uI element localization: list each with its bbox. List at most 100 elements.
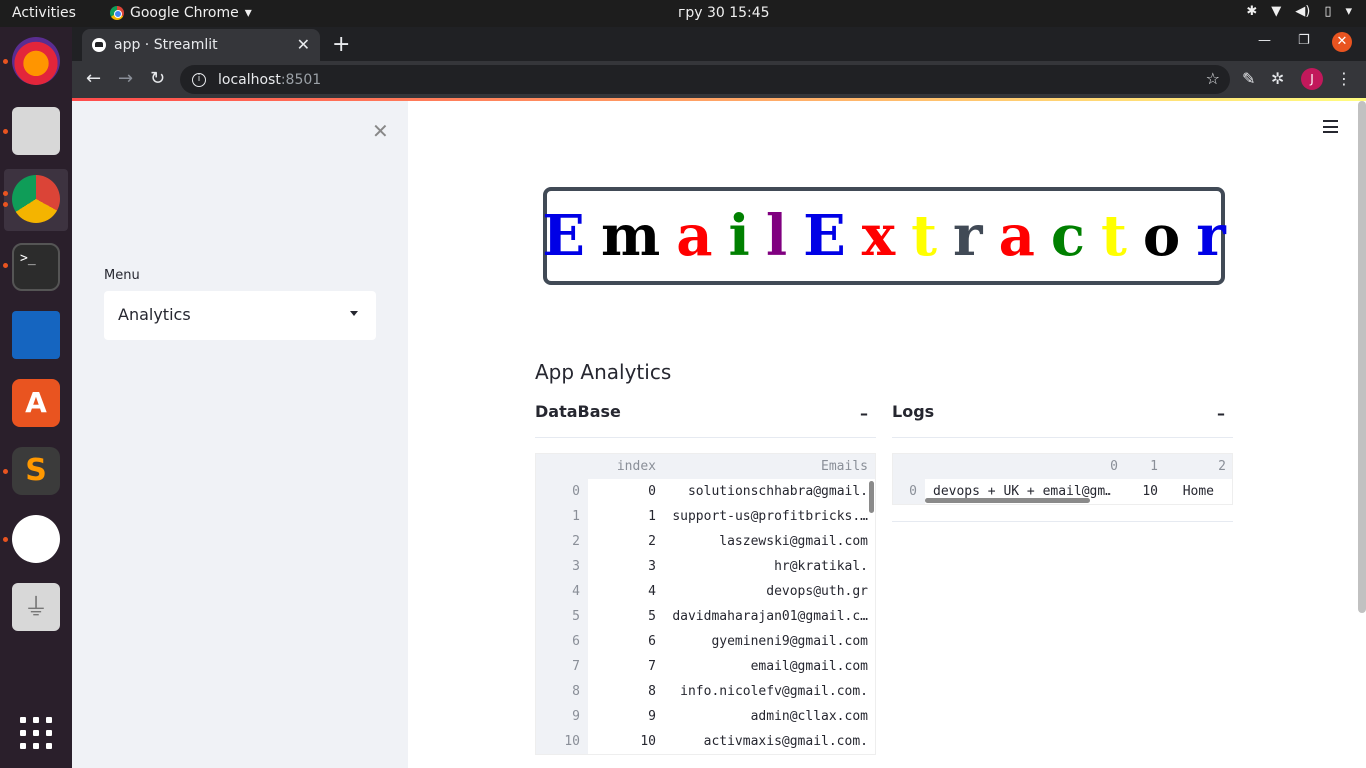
site-info-icon[interactable]: i [192,72,206,87]
chrome-icon[interactable] [12,175,60,223]
running-indicator [3,59,8,64]
table-cell-index[interactable]: 9 [596,709,656,724]
usb-drive-icon[interactable]: ⏚ [12,583,60,631]
reload-icon[interactable]: ↻ [150,68,165,89]
running-indicator [3,263,8,268]
database-dataframe[interactable]: index Emails 0 0 solutionschhabra@gmail. 1 1 su… [535,453,876,755]
table-cell-index[interactable]: 1 [596,509,656,524]
table-cell-index[interactable]: 2 [596,534,656,549]
table-cell[interactable]: devops + UK + email@gm… [933,484,1111,499]
table-cell-index[interactable]: 3 [596,559,656,574]
logs-dataframe[interactable]: 0 1 2 0 devops + UK + email@gm… 10 Home [892,453,1233,505]
table-cell[interactable]: Home [1158,484,1214,499]
chevron-down-icon: ▾ [244,5,252,21]
maximize-icon[interactable]: ❐ [1298,33,1310,48]
software-store-icon[interactable]: A [12,379,60,427]
table-cell-email[interactable]: activmaxis@gmail.com. [666,734,868,749]
volume-icon: ◀) [1295,4,1311,19]
system-top-bar: Activities Google Chrome ▾ гру 30 15:45 … [0,0,1366,27]
wifi-icon: ▼ [1271,4,1282,19]
table-cell-email[interactable]: admin@cllax.com [666,709,868,724]
column-header[interactable]: Emails [666,459,868,474]
table-cell-index[interactable]: 4 [596,584,656,599]
logs-expander-header[interactable]: Logs – [892,402,1233,438]
terminal-icon[interactable]: >_ [12,243,60,291]
table-cell-email[interactable]: support-us@profitbricks.… [666,509,868,524]
table-cell[interactable]: 10 [1118,484,1158,499]
email-extractor-banner: EmailExtractor [542,187,1226,285]
dataframe-vertical-scrollbar[interactable] [869,481,874,513]
back-arrow-icon[interactable]: ← [86,68,101,89]
menu-select[interactable]: Analytics [104,291,376,340]
menu-select-value: Analytics [118,305,191,324]
activities-button[interactable]: Activities [12,5,76,21]
close-tab-icon[interactable]: ✕ [297,35,310,54]
address-bar[interactable]: i localhost:8501 ☆ [180,65,1230,94]
writer-icon[interactable] [12,311,60,359]
dock: >_ A S ⏚ [0,27,72,768]
table-cell-index[interactable]: 10 [596,734,656,749]
chevron-down-icon [350,311,358,316]
table-cell-email[interactable]: hr@kratikal. [666,559,868,574]
table-cell-index[interactable]: 0 [596,484,656,499]
files-icon[interactable] [12,107,60,155]
system-tray[interactable]: ✱ ▼ ◀) ▯ ▾ [1246,4,1352,19]
row-index: 5 [572,609,580,624]
table-cell-email[interactable]: info.nicolefv@gmail.com. [666,684,868,699]
app-menu[interactable]: Google Chrome ▾ [110,5,252,21]
column-header[interactable]: index [596,459,656,474]
table-cell-email[interactable]: laszewski@gmail.com [666,534,868,549]
battery-icon: ▯ [1324,4,1332,19]
table-cell-email[interactable]: solutionschhabra@gmail. [666,484,868,499]
chrome-icon [110,6,124,20]
table-cell-index[interactable]: 6 [596,634,656,649]
table-cell-email[interactable]: davidmaharajan01@gmail.c… [666,609,868,624]
table-cell-email[interactable]: gyemineni9@gmail.com [666,634,868,649]
chevron-down-icon: ▾ [1345,4,1352,19]
banner-letter: o [1142,203,1181,269]
row-index: 8 [572,684,580,699]
slack-icon[interactable] [12,515,60,563]
firefox-icon[interactable] [12,37,60,85]
row-index: 10 [564,734,580,749]
browser-tab[interactable]: app · Streamlit ✕ [82,29,320,61]
show-applications-icon[interactable] [20,717,52,749]
running-indicator [3,537,8,542]
banner-letter: t [1100,203,1127,269]
kebab-menu-icon[interactable]: ⋮ [1336,69,1352,88]
table-cell-index[interactable]: 8 [596,684,656,699]
hamburger-menu-icon[interactable] [1323,120,1338,133]
running-indicator [3,469,8,474]
close-icon[interactable]: ✕ [372,119,389,143]
database-expander-header[interactable]: DataBase – [535,402,876,438]
extension-pen-icon[interactable]: ✎ [1242,69,1255,88]
banner-letter: r [953,203,983,269]
banner-letter: a [676,203,713,269]
table-cell-index[interactable]: 5 [596,609,656,624]
collapse-icon[interactable]: – [860,404,868,423]
column-header[interactable]: 2 [1158,459,1226,474]
page-heading: App Analytics [535,360,672,384]
collapse-icon[interactable]: – [1217,404,1225,423]
table-cell-index[interactable]: 7 [596,659,656,674]
row-index: 6 [572,634,580,649]
clock[interactable]: гру 30 15:45 [678,5,770,21]
profile-avatar[interactable]: J [1301,68,1323,90]
table-cell-email[interactable]: devops@uth.gr [666,584,868,599]
page-scrollbar[interactable] [1358,101,1366,613]
column-header[interactable]: 0 [925,459,1118,474]
close-window-button[interactable]: ✕ [1332,32,1352,52]
banner-letter: a [998,203,1035,269]
bookmark-star-icon[interactable]: ☆ [1206,69,1220,88]
banner-letter: m [600,203,661,269]
row-index: 4 [572,584,580,599]
sublime-text-icon[interactable]: S [12,447,60,495]
banner-letter: c [1050,203,1085,269]
table-cell-email[interactable]: email@gmail.com [666,659,868,674]
new-tab-button[interactable]: + [332,32,350,57]
banner-letter: E [803,203,846,269]
extensions-puzzle-icon[interactable]: ✲ [1271,69,1284,88]
forward-arrow-icon[interactable]: → [118,68,133,89]
minimize-icon[interactable]: — [1258,33,1271,48]
column-header[interactable]: 1 [1118,459,1158,474]
